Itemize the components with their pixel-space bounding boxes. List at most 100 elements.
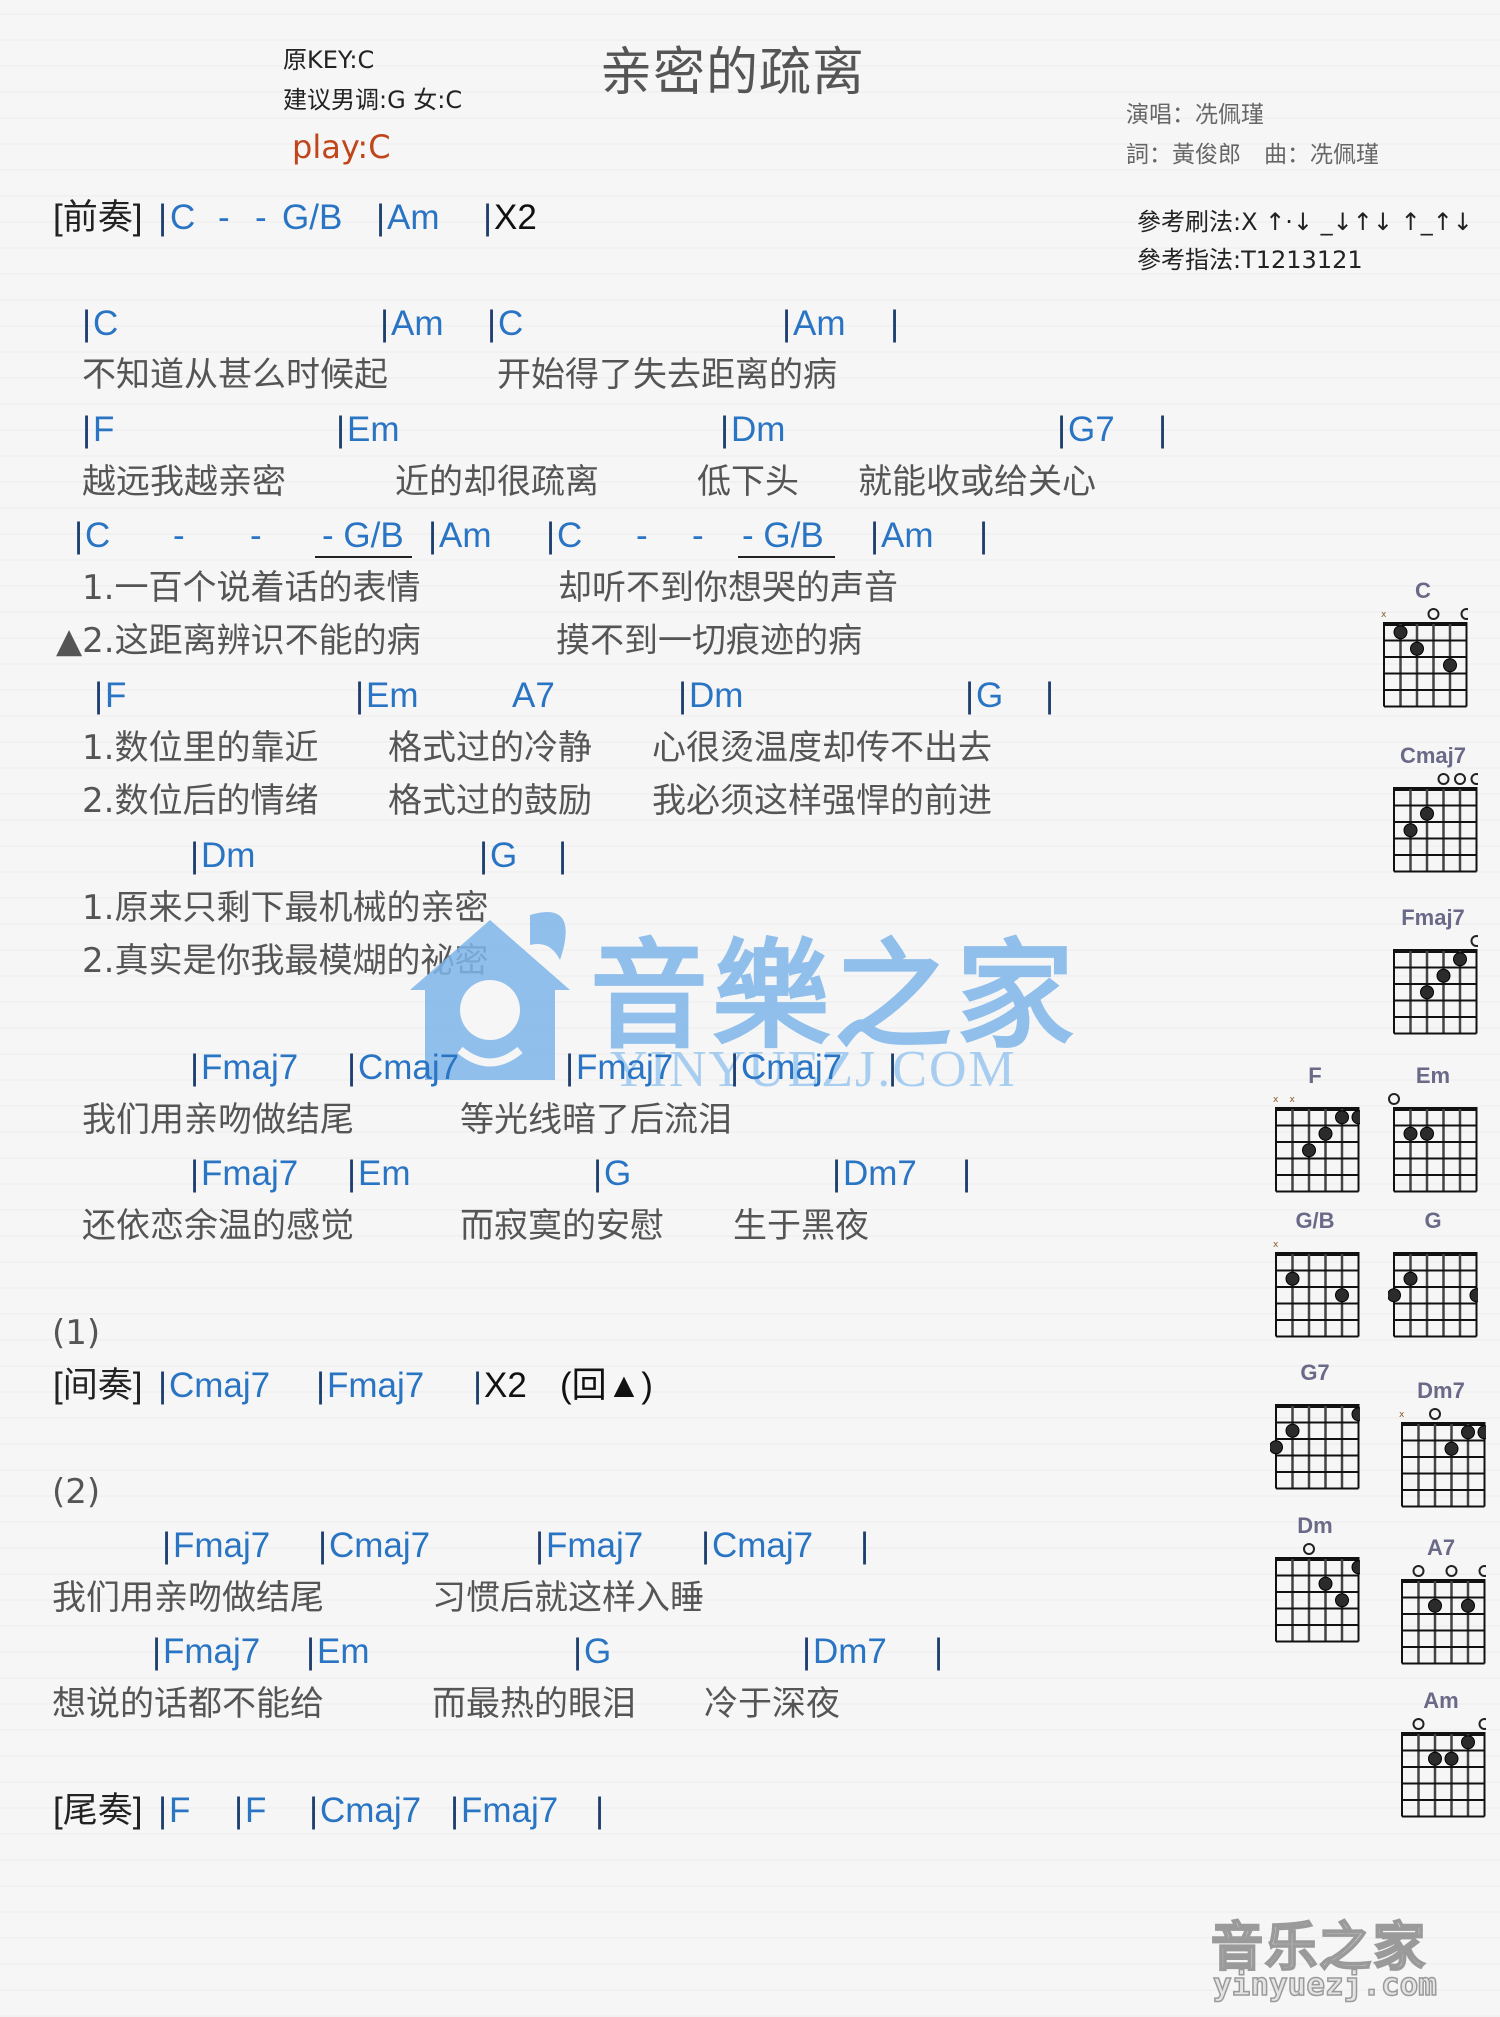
chord: Fmaj7: [163, 1632, 261, 1671]
chord: G/B: [282, 198, 343, 237]
muted-string-marker: x: [1399, 1410, 1405, 1420]
lyric-line: 我必须这样强悍的前进: [652, 781, 992, 821]
finger-dot: [1403, 1126, 1418, 1141]
finger-dot: [1428, 1598, 1442, 1613]
chord: Cmaj7: [358, 1048, 460, 1087]
footer-logo-url: yinyuezj.com: [1212, 1966, 1437, 2004]
lyric-line: 开始得了失去距离的病: [497, 355, 837, 395]
chord: Fmaj7: [173, 1526, 271, 1565]
chord: Am: [439, 516, 492, 555]
fingerpick-pattern: 參考指法:T1213121: [1137, 246, 1363, 274]
finger-dot: [1335, 1110, 1349, 1125]
chord: C: [93, 304, 119, 343]
lyric-line: 习惯后就这样入睡: [432, 1578, 704, 1618]
chord: Dm: [201, 836, 256, 875]
nut: [1401, 1732, 1486, 1736]
nut: [1393, 787, 1478, 791]
return-mark: (回▲): [560, 1366, 653, 1405]
chord: Fmaj7: [576, 1048, 674, 1087]
beat-underline: [738, 556, 835, 558]
chord: Fmaj7: [201, 1154, 299, 1193]
chord-diagram-name: G/B: [1295, 1208, 1335, 1233]
chord: Am: [881, 516, 934, 555]
chord: G: [490, 836, 518, 875]
lyric-line: 心很烫温度却传不出去: [652, 728, 992, 768]
lyric-line: 就能收或给关心: [858, 462, 1096, 502]
barline: |: [802, 1632, 812, 1671]
chord: Am: [387, 198, 440, 237]
barline: |: [595, 1791, 605, 1830]
lyric-line: 1.数位里的靠近: [82, 728, 319, 768]
nut: [1383, 622, 1468, 626]
barline: |: [962, 1154, 972, 1193]
lyric-line: 等光线暗了后流泪: [460, 1100, 732, 1140]
song-title: 亲密的疏离: [600, 43, 866, 103]
singer-credit: 演唱：冼佩瑾: [1126, 102, 1264, 128]
finger-dot: [1318, 1126, 1333, 1141]
chord-diagram-name: Em: [1415, 1063, 1451, 1088]
fretboard-grid: x: [1381, 608, 1468, 708]
barline: |: [316, 1366, 326, 1405]
finger-dot: [1420, 985, 1434, 1000]
chord: C: [170, 198, 196, 237]
chord: Cmaj7: [169, 1366, 271, 1405]
barline: |: [190, 836, 200, 875]
barline: |: [82, 410, 92, 449]
lyric-line: 却听不到你想哭的声音: [558, 568, 898, 608]
chord: G: [604, 1154, 632, 1193]
finger-dot: [1444, 1751, 1459, 1766]
open-string-marker: [1445, 1565, 1458, 1577]
barline: |: [152, 1632, 162, 1671]
barline: |: [565, 1048, 575, 1087]
barline: |: [546, 516, 556, 555]
barline: |: [376, 198, 386, 237]
barline: |: [190, 1154, 200, 1193]
lyric-line: 近的却很疏离: [395, 462, 599, 502]
barline: |: [94, 676, 104, 715]
barline: |: [965, 676, 975, 715]
section-marker: (2): [52, 1472, 101, 1512]
barline: |: [158, 198, 168, 237]
chord: Cmaj7: [320, 1791, 422, 1830]
lyric-line: 2.数位后的情绪: [82, 781, 319, 821]
finger-dot: [1420, 806, 1434, 821]
barline: |: [428, 516, 438, 555]
chord: Dm: [689, 676, 744, 715]
section-marker: (1): [52, 1313, 101, 1353]
rest-dash: -: [173, 516, 185, 555]
finger-dot: [1270, 1440, 1283, 1455]
chord: Em: [317, 1632, 370, 1671]
fretboard-grid: [1393, 773, 1478, 873]
open-string-marker: [1437, 773, 1450, 785]
beat-underline: [315, 556, 412, 558]
chord-diagram-name: A7: [1426, 1535, 1456, 1560]
chord: C: [498, 304, 524, 343]
rest-dash: -: [250, 516, 262, 555]
lyric-line: 低下头: [697, 462, 799, 502]
fretboard-grid: xx: [1273, 1095, 1360, 1193]
chord: Dm7: [813, 1632, 887, 1671]
chord: Am: [391, 304, 444, 343]
barline: |: [479, 836, 489, 875]
strum-pattern: 參考刷法:X ↑·↓ _↓↑↓ ↑_↑↓: [1137, 208, 1473, 236]
lyricist-composer-credit: 詞：黃俊郎 曲：冼佩瑾: [1126, 142, 1379, 168]
open-string-marker: [1388, 1093, 1400, 1105]
barline: |: [306, 1632, 316, 1671]
barline: |: [190, 1048, 200, 1087]
barline: |: [158, 1791, 168, 1830]
finger-dot: [1403, 1271, 1418, 1286]
lyric-line: 我们用亲吻做结尾: [82, 1100, 354, 1140]
chord: A7: [512, 676, 555, 715]
finger-dot: [1461, 1425, 1475, 1440]
finger-dot: [1443, 658, 1457, 673]
open-string-marker: [1460, 608, 1468, 620]
chord-diagram-name: G: [1424, 1208, 1442, 1233]
barline: |: [860, 1526, 870, 1565]
chord: G7: [1068, 410, 1115, 449]
lyric-line: 我们用亲吻做结尾: [52, 1578, 324, 1618]
chord: Cmaj7: [329, 1526, 431, 1565]
barline: |: [82, 304, 92, 343]
outro-label: [尾奏]: [53, 1791, 143, 1830]
fretboard-grid: x: [1399, 1408, 1486, 1508]
open-string-marker: [1412, 1565, 1425, 1577]
